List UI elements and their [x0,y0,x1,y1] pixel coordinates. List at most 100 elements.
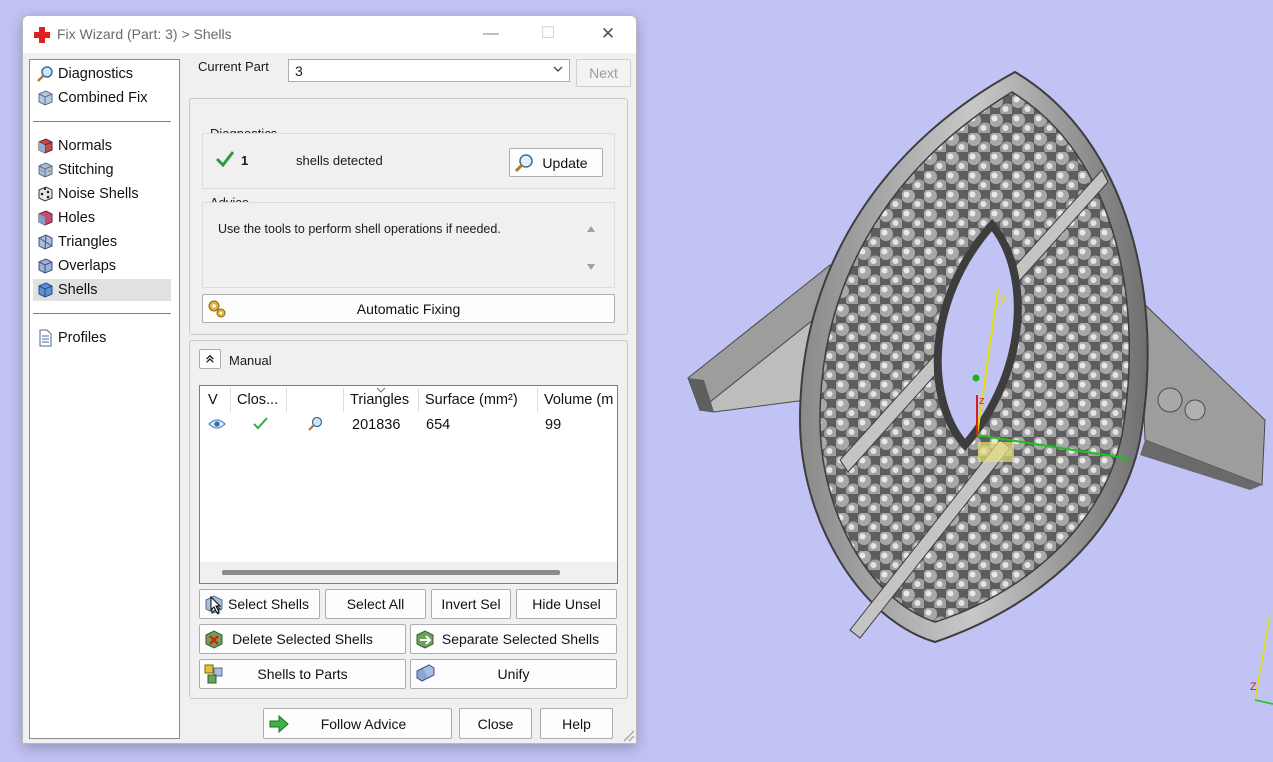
nav-item-holes[interactable]: Holes [33,207,171,229]
zoom-to-shell-icon[interactable] [306,415,324,433]
invert-sel-button[interactable]: Invert Sel [431,589,511,619]
column-divider [286,388,287,412]
col-triangles-header[interactable]: Triangles [350,392,409,408]
chevron-double-up-icon [206,354,214,363]
column-divider [343,388,344,412]
delete-shell-icon [205,630,223,649]
document-icon [39,329,52,347]
follow-advice-label: Follow Advice [320,715,407,732]
mouse-cursor-icon [210,596,222,614]
resize-grip-icon[interactable] [621,728,635,742]
col-volume-header[interactable]: Volume (m [544,392,617,408]
automatic-fixing-button[interactable]: Automatic Fixing [202,294,615,323]
hide-unsel-button[interactable]: Hide Unsel [516,589,617,619]
cube-icon [38,90,53,106]
update-label: Update [542,154,588,171]
unify-label: Unify [497,666,530,682]
ring-shank-right [1139,298,1266,490]
fix-wizard-dialog: Fix Wizard (Part: 3) > Shells — ☐ ✕ Diag… [22,15,637,744]
next-button[interactable]: Next [576,59,631,87]
normals-cube-icon [38,138,53,154]
noise-cube-icon [38,186,53,202]
column-divider [230,388,231,412]
follow-advice-button[interactable]: Follow Advice [263,708,452,739]
horizontal-scrollbar[interactable] [200,562,617,583]
checkmark-icon [215,151,235,168]
minimize-button[interactable]: — [471,22,511,46]
separate-shell-icon [416,630,434,649]
arrow-right-icon [269,714,289,733]
unify-button[interactable]: Unify [410,659,617,689]
automatic-fixing-label: Automatic Fixing [356,300,461,317]
corner-axis-z: Z [1250,681,1257,693]
nav-item-shells[interactable]: Shells [33,279,171,301]
shells-cube-icon [38,282,53,298]
eye-icon[interactable] [208,418,226,430]
col-surface-header[interactable]: Surface (mm²) [425,392,518,408]
nav-divider [33,313,171,314]
axis-x-label: x [1123,454,1129,466]
magnifier-icon [37,66,53,82]
update-button[interactable]: Update [509,148,603,177]
current-part-select[interactable]: 3 [288,59,570,82]
separate-selected-label: Separate Selected Shells [441,631,600,647]
unify-icon [416,664,435,682]
holes-cube-icon [38,210,53,226]
nav-label: Diagnostics [58,66,133,82]
scrollbar-thumb[interactable] [222,570,560,575]
nav-label: Stitching [58,162,114,178]
close-button[interactable]: Close [459,708,532,739]
nav-item-triangles[interactable]: Triangles [33,231,171,253]
nav-item-diagnostics[interactable]: Diagnostics [33,63,171,85]
scroll-down-icon[interactable] [586,263,596,271]
nav-label: Combined Fix [58,90,148,106]
select-all-button[interactable]: Select All [325,589,426,619]
axis-y-label: y [1000,291,1006,305]
column-divider [418,388,419,412]
chevron-down-icon [553,66,563,72]
ring-head [798,70,1149,644]
title-bar: Fix Wizard (Part: 3) > Shells — ☐ ✕ [23,16,636,53]
nav-item-noise-shells[interactable]: Noise Shells [33,183,171,205]
column-divider [537,388,538,412]
nav-label: Shells [58,282,98,298]
nav-label: Normals [58,138,112,154]
nav-label: Profiles [58,330,107,346]
delete-selected-shells-button[interactable]: Delete Selected Shells [199,624,406,654]
nav-label: Noise Shells [58,186,139,202]
maximize-button: ☐ [540,25,556,42]
nav-item-combined-fix[interactable]: Combined Fix [33,87,171,109]
shells-detected-text: shells detected [296,153,383,168]
shells-to-parts-label: Shells to Parts [257,666,348,682]
wizard-nav: Diagnostics Combined Fix Normals Stitchi… [29,59,180,739]
red-cross-icon [34,27,50,43]
col-visible-header[interactable]: V [208,392,218,408]
overlaps-cube-icon [38,258,53,274]
cell-surface: 654 [426,417,451,433]
nav-item-profiles[interactable]: Profiles [33,327,171,349]
shell-count: 1 [241,153,249,168]
shells-to-parts-icon [204,664,223,684]
gears-icon [208,300,226,317]
manual-title: Manual [229,353,272,368]
scroll-up-icon[interactable] [586,225,596,233]
nav-label: Holes [58,210,96,226]
nav-item-overlaps[interactable]: Overlaps [33,255,171,277]
stitching-cube-icon [38,162,53,178]
collapse-manual-button[interactable] [199,349,221,369]
corner-axis-indicator: Z [1250,614,1273,705]
separate-selected-shells-button[interactable]: Separate Selected Shells [410,624,617,654]
col-closed-header[interactable]: Clos... [237,392,278,408]
nav-divider [33,121,171,122]
shells-table: V Clos... Triangles Surface (mm²) Volume… [199,385,618,584]
axis-z-label: z [979,395,985,407]
triangles-cube-icon [38,234,53,250]
close-window-button[interactable]: ✕ [588,22,628,46]
magnifier-icon [514,153,533,172]
window-title: Fix Wizard (Part: 3) > Shells [57,26,232,42]
shells-to-parts-button[interactable]: Shells to Parts [199,659,406,689]
nav-label: Triangles [58,234,118,250]
help-button[interactable]: Help [540,708,613,739]
nav-item-normals[interactable]: Normals [33,135,171,157]
nav-item-stitching[interactable]: Stitching [33,159,171,181]
